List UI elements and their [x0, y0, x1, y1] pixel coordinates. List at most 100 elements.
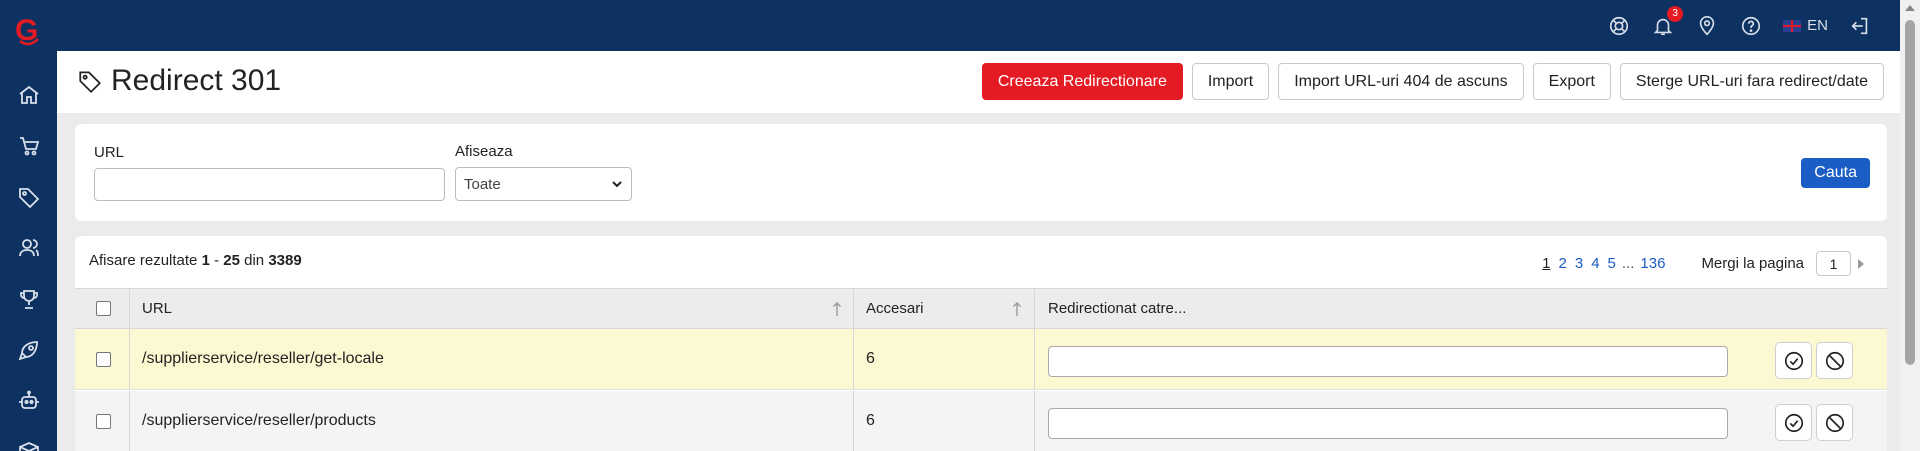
select-all-checkbox[interactable]	[96, 301, 111, 316]
page-scrollbar[interactable]	[1900, 0, 1920, 451]
sidebar-item-customers[interactable]	[14, 233, 44, 263]
check-circle-icon	[1784, 351, 1803, 370]
sort-arrow-icon[interactable]	[832, 301, 842, 317]
logo[interactable]: G	[12, 12, 46, 48]
logout-icon[interactable]	[1848, 14, 1872, 38]
row-select-cell	[96, 391, 111, 451]
block-icon	[1825, 413, 1844, 432]
last-page-link[interactable]: 136	[1640, 255, 1665, 272]
summary-prefix: Afisare rezultate	[89, 252, 198, 269]
column-divider	[129, 329, 130, 389]
sidebar: G	[0, 0, 57, 451]
export-button[interactable]: Export	[1532, 63, 1611, 100]
range-separator: -	[214, 252, 220, 269]
import-404-button[interactable]: Import URL-uri 404 de ascuns	[1278, 63, 1524, 100]
goto-page-input[interactable]: 1	[1816, 251, 1851, 276]
language-selector[interactable]: EN	[1783, 17, 1828, 34]
row-url: /supplierservice/reseller/get-locale	[142, 350, 384, 367]
row-checkbox[interactable]	[96, 351, 111, 367]
column-divider	[1034, 329, 1035, 389]
results-panel: Afisare rezultate 1 - 25 din 3389 1 2 3 …	[75, 236, 1887, 451]
page-link[interactable]: 4	[1591, 255, 1599, 272]
column-header-redirect: Redirectionat catre...	[1048, 289, 1186, 328]
column-divider	[853, 391, 854, 451]
language-label: EN	[1807, 17, 1828, 34]
range-start: 1	[201, 252, 210, 269]
sort-arrow-icon[interactable]	[1012, 301, 1022, 317]
scroll-up-icon[interactable]	[1905, 5, 1915, 11]
table-row: /supplierservice/reseller/products 6	[75, 391, 1887, 451]
row-hits: 6	[866, 350, 875, 367]
cart-icon	[20, 137, 40, 156]
scroll-thumb[interactable]	[1905, 20, 1915, 365]
goto-page-label: Mergi la pagina	[1701, 255, 1804, 272]
show-filter-label: Afiseaza	[455, 143, 513, 160]
page-title: Redirect 301	[111, 64, 282, 97]
create-redirect-button[interactable]: Creeaza Redirectionare	[981, 63, 1183, 100]
home-icon	[19, 85, 39, 104]
search-button[interactable]: Cauta	[1801, 158, 1870, 188]
uk-flag-icon	[1783, 19, 1802, 32]
url-filter-input[interactable]	[94, 168, 445, 201]
column-divider	[1034, 391, 1035, 451]
page-link[interactable]: 1	[1542, 255, 1550, 272]
check-circle-icon	[1784, 413, 1803, 432]
robot-icon	[19, 390, 39, 409]
row-checkbox[interactable]	[96, 413, 111, 429]
top-bar-actions: 3 EN	[1607, 0, 1872, 51]
sidebar-item-products[interactable]	[14, 182, 44, 212]
save-redirect-button[interactable]	[1775, 404, 1812, 441]
users-icon	[19, 239, 39, 257]
filter-panel: URL Afiseaza Toate Cauta	[75, 124, 1887, 221]
block-icon	[1825, 351, 1844, 370]
save-redirect-button[interactable]	[1775, 342, 1812, 379]
delete-unredirected-button[interactable]: Sterge URL-uri fara redirect/date	[1619, 63, 1884, 100]
sidebar-item-launch[interactable]	[14, 335, 44, 365]
tag-icon	[19, 188, 40, 209]
sidebar-item-automation[interactable]	[14, 386, 44, 416]
redirect-target-input[interactable]	[1048, 346, 1728, 377]
range-end: 25	[223, 252, 240, 269]
table-header: URL Accesari Redirectionat catre...	[75, 288, 1887, 329]
ignore-url-button[interactable]	[1816, 404, 1853, 441]
sidebar-item-more[interactable]	[14, 437, 44, 451]
location-pin-icon[interactable]	[1695, 14, 1719, 38]
notification-badge: 3	[1667, 5, 1684, 22]
column-divider	[853, 289, 854, 328]
redirect-header-label: Redirectionat catre...	[1048, 300, 1187, 317]
column-divider	[1034, 289, 1035, 328]
pagination: 1 2 3 4 5 ... 136 Mergi la pagina 1	[1538, 251, 1865, 276]
sidebar-item-marketing[interactable]	[14, 284, 44, 314]
next-page-icon[interactable]	[1857, 258, 1865, 269]
column-divider	[129, 391, 130, 451]
help-icon[interactable]	[1739, 14, 1763, 38]
column-header-url[interactable]: URL	[142, 289, 172, 328]
column-divider	[853, 329, 854, 389]
sidebar-item-home[interactable]	[14, 80, 44, 110]
page-link[interactable]: 5	[1608, 255, 1616, 272]
column-header-hits[interactable]: Accesari	[866, 289, 924, 328]
page-actions: Creeaza Redirectionare Import Import URL…	[981, 63, 1884, 100]
url-header-label: URL	[142, 300, 173, 317]
trophy-icon	[20, 290, 38, 309]
page-link[interactable]: 2	[1559, 255, 1567, 272]
tag-icon	[79, 71, 101, 94]
bell-icon[interactable]: 3	[1651, 5, 1684, 38]
import-button[interactable]: Import	[1191, 63, 1270, 100]
row-hits: 6	[866, 412, 875, 429]
show-filter-select[interactable]: Toate	[455, 167, 632, 201]
show-filter-value: Toate	[464, 175, 501, 193]
redirect-target-input[interactable]	[1048, 408, 1728, 439]
box-icon	[19, 442, 39, 451]
row-select-cell	[96, 329, 111, 389]
ignore-url-button[interactable]	[1816, 342, 1853, 379]
sidebar-item-orders[interactable]	[14, 131, 44, 161]
page-link[interactable]: 3	[1575, 255, 1583, 272]
results-summary: Afisare rezultate 1 - 25 din 3389	[89, 252, 302, 269]
results-total: 3389	[268, 252, 302, 269]
rocket-icon	[18, 341, 38, 361]
support-icon[interactable]	[1607, 14, 1631, 38]
title-block: Redirect 301	[77, 64, 281, 98]
page-header: Redirect 301 Creeaza Redirectionare Impo…	[57, 51, 1900, 113]
table-row: /supplierservice/reseller/get-locale 6	[75, 329, 1887, 390]
